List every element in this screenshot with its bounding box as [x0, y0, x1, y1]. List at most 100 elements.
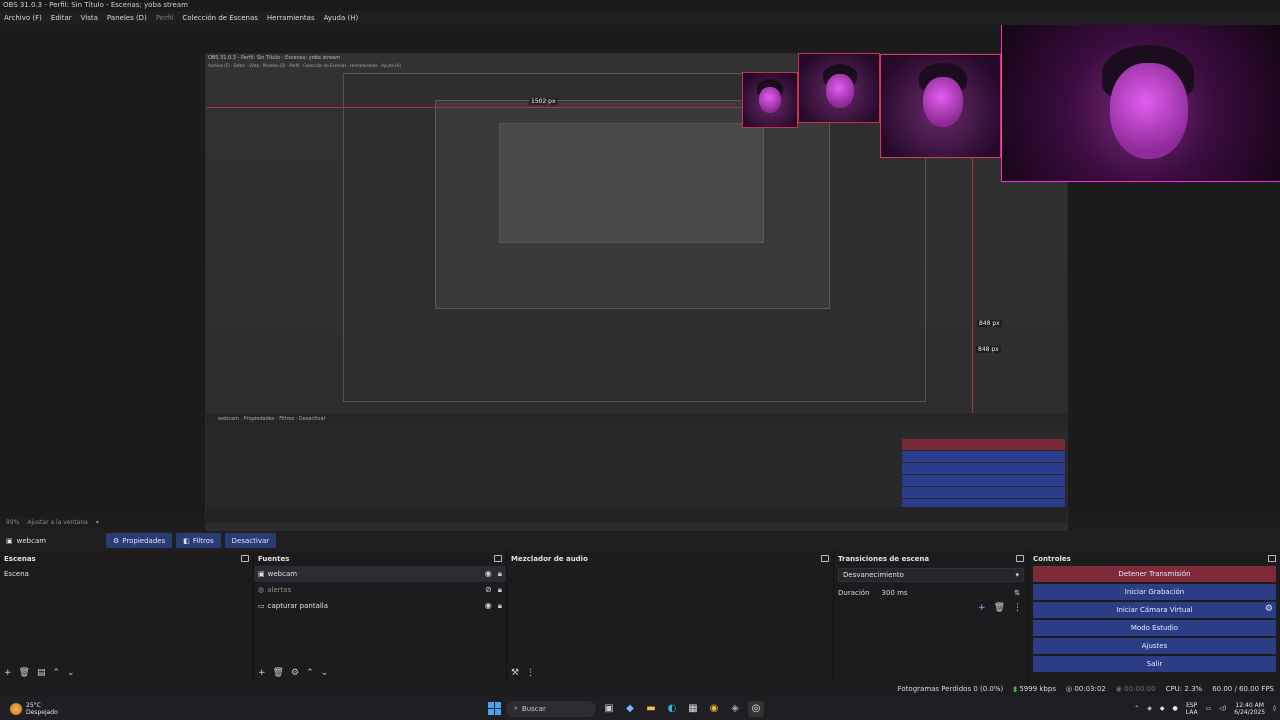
dropped-frames: Fotogramas Perdidos 0 (0.0%) — [897, 685, 1004, 693]
lock-icon[interactable]: 🔒︎ — [498, 569, 502, 579]
app-icon[interactable]: ◈ — [727, 701, 743, 717]
filter-icon: ◧ — [183, 536, 190, 545]
network-icon[interactable]: ▭ — [1206, 705, 1212, 712]
taskbar-search[interactable]: ⌕ Buscar — [506, 700, 596, 717]
task-view-icon[interactable]: ▣ — [601, 701, 617, 717]
source-item-capturar-pantalla[interactable]: ▭ capturar pantalla ◉ 🔒︎ — [254, 598, 506, 614]
undock-icon[interactable] — [1016, 555, 1024, 562]
record-icon: ◉ — [1115, 685, 1122, 693]
windows-start-icon[interactable] — [488, 702, 501, 715]
add-icon[interactable]: + — [258, 668, 266, 678]
gear-icon[interactable]: ⚙ — [1265, 604, 1273, 614]
transition-select[interactable]: Desvanecimiento ▾ — [838, 568, 1024, 582]
tray-app-icon[interactable]: ● — [1173, 705, 1178, 712]
obs-icon[interactable]: ◎ — [748, 700, 764, 717]
undock-icon[interactable] — [821, 555, 829, 562]
selected-source-name: webcam — [16, 536, 47, 545]
undock-icon[interactable] — [494, 555, 502, 562]
bitrate-indicator: ▮ 5999 kbps — [1013, 685, 1056, 693]
webcam-tile-medium-small — [798, 53, 880, 123]
start-recording-button[interactable]: Iniciar Grabación — [1033, 584, 1276, 600]
tray-app-icon[interactable]: ◈ — [1147, 705, 1152, 712]
duration-spinbox[interactable]: 300 ms ⇅ — [877, 586, 1024, 599]
stream-time-value: 00:03:02 — [1074, 685, 1106, 693]
nested-capture-3 — [499, 123, 764, 243]
trash-icon[interactable]: 🗑 — [994, 603, 1005, 613]
source-toolbar: ▣ webcam ⚙ Propiedades ◧ Filtros Desacti… — [0, 531, 1280, 550]
exit-button[interactable]: Salir — [1033, 656, 1276, 672]
undock-icon[interactable] — [1268, 555, 1276, 562]
chevron-down-icon[interactable]: ▾ — [96, 517, 99, 529]
copilot-icon[interactable]: ◆ — [622, 701, 638, 717]
file-explorer-icon[interactable]: ▬ — [643, 701, 659, 717]
arrow-down-icon[interactable]: ⌄ — [67, 668, 75, 678]
trash-icon[interactable]: 🗑 — [273, 668, 284, 678]
lang-top: ESP — [1186, 701, 1198, 709]
menu-coleccion-escenas[interactable]: Colección de Escenas — [182, 11, 258, 25]
settings-button[interactable]: Ajustes — [1033, 638, 1276, 654]
add-icon[interactable]: + — [978, 603, 986, 613]
menu-perfil[interactable]: Perfil — [156, 11, 174, 25]
edge-icon[interactable]: ◐ — [664, 701, 680, 717]
scene-item[interactable]: Escena — [0, 566, 253, 582]
camera-icon: ▣ — [258, 570, 265, 578]
input-language[interactable]: ESP LAA — [1186, 702, 1198, 716]
studio-mode-button[interactable]: Modo Estudio — [1033, 620, 1276, 636]
deactivate-button[interactable]: Desactivar — [224, 533, 277, 548]
properties-button[interactable]: ⚙ Propiedades — [106, 533, 173, 548]
wrench-icon[interactable]: ⚒ — [511, 668, 519, 678]
source-item-alertas[interactable]: ◍ alertas ⊘ 🔒︎ — [254, 582, 506, 598]
measure-width-label: 1502 px — [529, 98, 558, 105]
webcam-source-preview[interactable] — [1001, 25, 1280, 182]
preview-area[interactable]: OBS 31.0.3 - Perfil: Sin Título - Escena… — [0, 25, 1280, 539]
gear-icon[interactable]: ⚙ — [291, 668, 299, 678]
transitions-title: Transiciones de escena — [838, 554, 930, 563]
menu-herramientas[interactable]: Herramientas — [267, 11, 315, 25]
notification-bell-icon[interactable]: ◊ — [1273, 705, 1276, 712]
trash-icon[interactable]: 🗑 — [19, 668, 30, 678]
store-icon[interactable]: ▦ — [685, 701, 701, 717]
more-vertical-icon[interactable]: ⋮ — [1013, 603, 1022, 613]
chrome-icon[interactable]: ◉ — [706, 701, 722, 717]
search-placeholder: Buscar — [521, 704, 546, 713]
status-bar: Fotogramas Perdidos 0 (0.0%) ▮ 5999 kbps… — [0, 682, 1280, 696]
arrow-up-icon[interactable]: ⌃ — [306, 668, 314, 678]
clock-time: 12:40 AM — [1235, 701, 1264, 709]
stop-streaming-button[interactable]: Detener Transmisión — [1033, 566, 1276, 582]
add-icon[interactable]: + — [4, 668, 12, 678]
arrow-up-icon[interactable]: ⌃ — [53, 668, 61, 678]
eye-icon[interactable]: ◉ — [485, 569, 492, 579]
more-vertical-icon[interactable]: ⋮ — [526, 668, 535, 678]
weather-sun-icon — [10, 702, 22, 715]
obs-window: OBS 31.0.3 - Perfil: Sin Título - Escena… — [0, 0, 1280, 720]
zoom-mode-select[interactable]: Ajustar a la ventana — [27, 517, 88, 529]
menu-archivo[interactable]: Archivo (F) — [4, 11, 42, 25]
spin-arrows-icon[interactable]: ⇅ — [1014, 589, 1020, 597]
source-item-label: alertas — [267, 586, 292, 594]
arrow-down-icon[interactable]: ⌄ — [321, 668, 329, 678]
menu-bar: Archivo (F) Editar Vista Paneles (D) Per… — [0, 11, 1280, 25]
menu-vista[interactable]: Vista — [81, 11, 98, 25]
weather-widget[interactable]: 25°C Despejado — [0, 702, 200, 716]
source-item-webcam[interactable]: ▣ webcam ◉ 🔒︎ — [254, 566, 506, 582]
volume-icon[interactable]: ◁) — [1219, 705, 1226, 712]
transition-select-value: Desvanecimiento — [843, 571, 904, 579]
sources-title: Fuentes — [258, 554, 290, 563]
tray-app-icon[interactable]: ◆ — [1160, 705, 1165, 712]
menu-ayuda[interactable]: Ayuda (H) — [324, 11, 359, 25]
eye-hidden-icon[interactable]: ⊘ — [485, 585, 492, 595]
chevron-up-icon[interactable]: ⌃ — [1134, 705, 1139, 712]
start-virtual-camera-button[interactable]: Iniciar Cámara Virtual ⚙ — [1033, 602, 1276, 618]
lock-icon[interactable]: 🔒︎ — [498, 601, 502, 611]
scene-item-label: Escena — [4, 570, 29, 578]
clock[interactable]: 12:40 AM 6/24/2025 — [1234, 702, 1265, 716]
filter-icon[interactable]: ▤ — [37, 668, 46, 678]
filters-button[interactable]: ◧ Filtros — [176, 533, 221, 548]
mixer-footer: ⚒ ⋮ — [507, 666, 833, 680]
eye-icon[interactable]: ◉ — [485, 601, 492, 611]
duration-row: Duración 300 ms ⇅ — [834, 582, 1028, 599]
menu-paneles[interactable]: Paneles (D) — [107, 11, 147, 25]
undock-icon[interactable] — [241, 555, 249, 562]
lock-icon[interactable]: 🔒︎ — [498, 585, 502, 595]
menu-editar[interactable]: Editar — [51, 11, 72, 25]
